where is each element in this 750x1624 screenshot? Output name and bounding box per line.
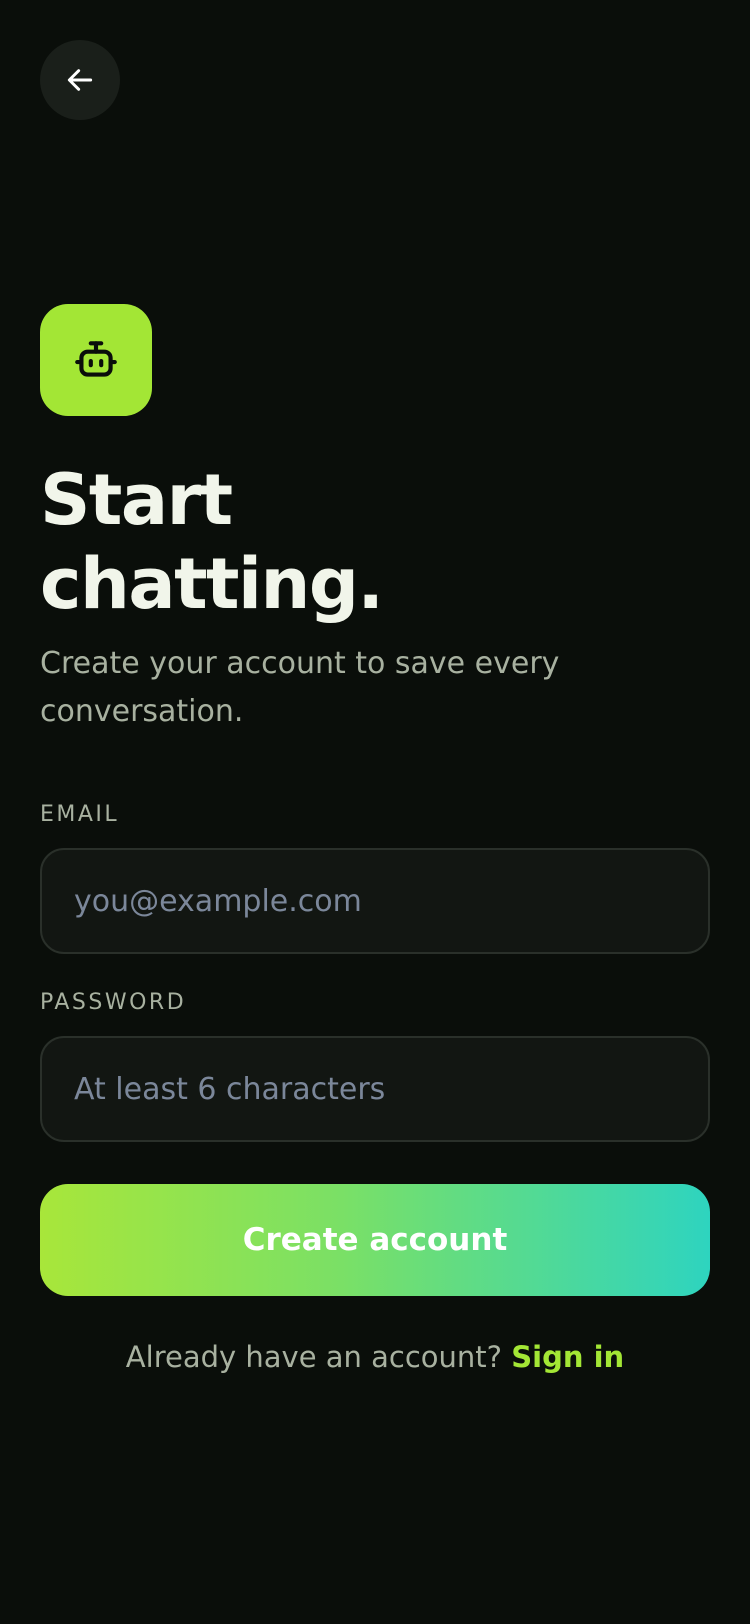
arrow-left-icon <box>67 69 93 91</box>
email-input[interactable] <box>40 848 710 954</box>
title-line-1: Start <box>40 459 233 541</box>
page-title: Start chatting. <box>40 458 700 626</box>
sign-in-link[interactable]: Sign in <box>511 1340 624 1374</box>
back-button[interactable] <box>40 40 120 120</box>
password-input[interactable] <box>40 1036 710 1142</box>
page-subtitle: Create your account to save every conver… <box>40 646 560 729</box>
app-logo <box>40 304 152 416</box>
password-label: PASSWORD <box>40 990 187 1015</box>
signin-prompt-text: Already have an account? <box>125 1340 503 1374</box>
signin-prompt: Already have an account? Sign in <box>0 1340 750 1374</box>
robot-icon <box>75 341 117 377</box>
title-line-2: chatting. <box>40 543 384 625</box>
email-label: EMAIL <box>40 802 120 827</box>
create-account-button[interactable]: Create account <box>40 1184 710 1296</box>
